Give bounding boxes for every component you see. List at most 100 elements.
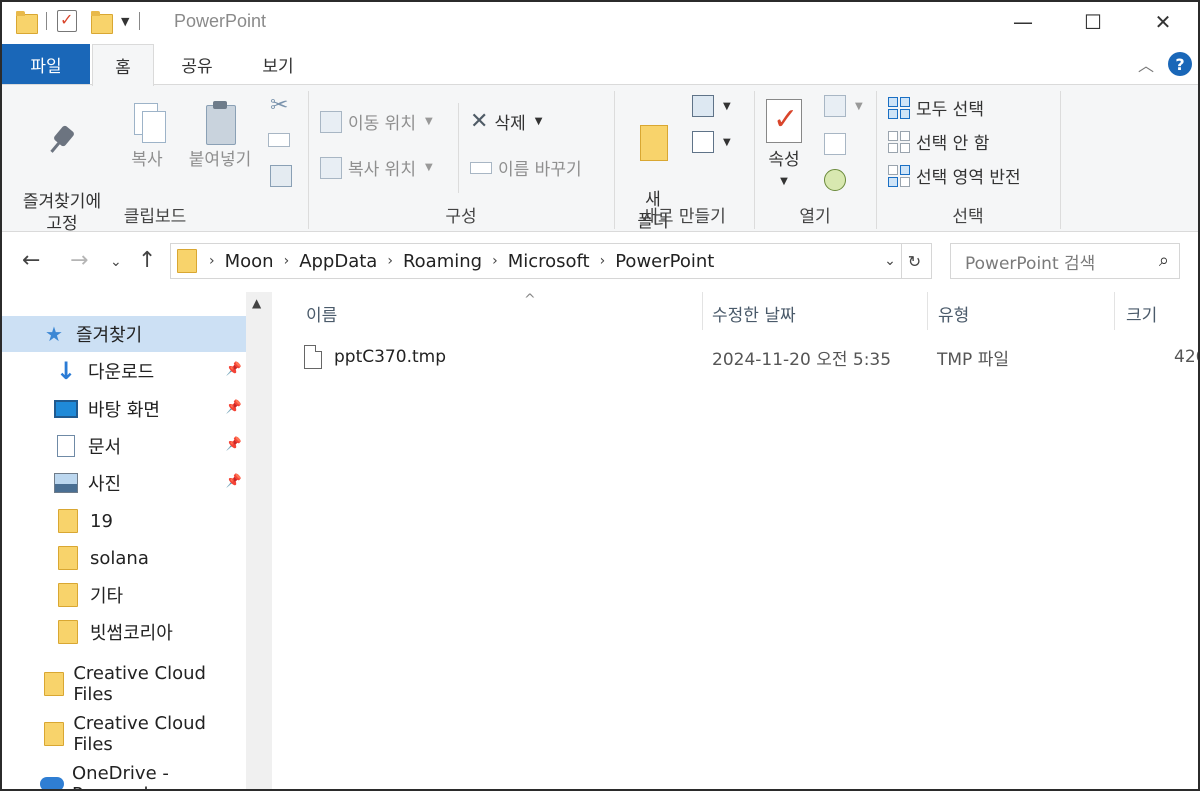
move-to-button[interactable]: 이동 위치 ▼ [320,109,433,134]
column-divider[interactable] [702,292,703,330]
search-input[interactable]: PowerPoint 검색 ⌕ [950,243,1180,279]
nav-item-pictures[interactable]: 사진 📌 [2,465,246,501]
star-icon: ★ [45,322,63,346]
nav-item-folder-bithumb[interactable]: 빗썸코리아 [2,614,246,650]
paste-shortcut-icon[interactable] [270,165,292,187]
chevron-right-icon[interactable]: › [284,253,290,269]
customize-toolbar-icon[interactable]: ▼ [121,15,129,28]
copy-to-button[interactable]: 복사 위치 ▼ [320,155,433,180]
nav-item-folder-19[interactable]: 19 [2,503,246,539]
paste-label: 붙여넣기 [188,150,252,170]
column-header-modified[interactable]: 수정한 날짜 [712,298,796,328]
column-header-type[interactable]: 유형 [938,298,969,328]
easy-access-button[interactable]: ▼ [692,131,731,153]
nav-item-onedrive[interactable]: OneDrive - Personal [2,763,246,789]
pin-icon[interactable]: 📌 [226,437,242,452]
breadcrumb-microsoft[interactable]: Microsoft [508,251,590,272]
column-divider[interactable] [1114,292,1115,330]
nav-item-folder-solana[interactable]: solana [2,540,246,576]
collapse-ribbon-icon[interactable]: ︿ [1138,52,1154,76]
nav-item-label: OneDrive - Personal [72,763,169,789]
properties-button[interactable]: 속성 ▼ [758,99,810,193]
pin-icon[interactable]: 📌 [226,400,242,415]
chevron-right-icon[interactable]: › [209,253,215,269]
folder-icon [177,249,197,273]
window-title: PowerPoint [174,11,267,31]
back-arrow-icon[interactable]: ← [22,248,40,273]
nav-item-folder-etc[interactable]: 기타 [2,577,246,613]
nav-item-label: 문서 [88,437,122,458]
desktop-icon [54,397,78,421]
select-none-icon [888,130,910,153]
properties-icon[interactable] [57,10,77,32]
paste-button[interactable]: 붙여넣기 [178,101,262,171]
copy-button[interactable]: 복사 [120,101,174,171]
minimize-button[interactable]: — [988,2,1058,42]
chevron-right-icon[interactable]: › [492,253,498,269]
tab-view[interactable]: 보기 [242,44,314,85]
help-icon[interactable]: ? [1168,52,1192,76]
chevron-right-icon[interactable]: › [387,253,393,269]
edit-icon [824,133,846,155]
nav-item-label: 19 [90,510,113,532]
nav-item-quick-access[interactable]: ★ 즐겨찾기 [2,316,246,352]
nav-item-downloads[interactable]: ↓ 다운로드 📌 [2,353,246,389]
navigation-pane[interactable]: ★ 즐겨찾기 ↓ 다운로드 📌 바탕 화면 📌 문서 📌 사진 📌 19 sol… [2,292,272,789]
select-all-button[interactable]: 모두 선택 [888,95,984,120]
file-row[interactable]: pptC370.tmp 2024-11-20 오전 5:35 TMP 파일 42… [304,340,1198,374]
column-divider[interactable] [927,292,928,330]
new-group-label: 새로 만들기 [642,207,726,227]
folder-icon [42,722,65,746]
copy-path-icon[interactable] [268,133,290,147]
separator [139,12,141,30]
recent-locations-icon[interactable]: ⌄ [110,254,122,270]
breadcrumb-appdata[interactable]: AppData [299,251,377,272]
search-icon[interactable]: ⌕ [1159,250,1169,271]
easy-access-icon [692,131,714,153]
nav-item-creative-cloud-1[interactable]: Creative Cloud Files [2,663,246,705]
refresh-icon[interactable]: ↻ [901,244,927,278]
invert-selection-button[interactable]: 선택 영역 반전 [888,163,1021,188]
tab-file[interactable]: 파일 [2,44,90,85]
chevron-right-icon[interactable]: › [600,253,606,269]
address-history-dropdown-icon[interactable]: ⌄ [879,253,901,269]
file-list[interactable]: ^ 이름 수정한 날짜 유형 크기 pptC370.tmp 2024-11-20… [274,292,1198,789]
nav-item-desktop[interactable]: 바탕 화면 📌 [2,391,246,427]
close-button[interactable]: ✕ [1128,2,1198,42]
download-icon: ↓ [55,357,77,385]
nav-item-label: 사진 [88,474,122,495]
nav-item-creative-cloud-2[interactable]: Creative Cloud Files [2,713,246,755]
new-item-button[interactable]: ▼ [692,95,731,117]
rename-button[interactable]: 이름 바꾸기 [470,155,582,180]
breadcrumb-roaming[interactable]: Roaming [403,251,482,272]
nav-item-label: solana [90,547,149,569]
folder-icon [56,583,80,607]
pictures-icon [54,471,78,495]
history-button[interactable] [824,169,846,191]
delete-button[interactable]: ✕ 삭제 ▼ [470,109,542,134]
open-button[interactable]: ▼ [824,95,863,117]
nav-item-documents[interactable]: 문서 📌 [2,428,246,464]
maximize-button[interactable]: ☐ [1058,2,1128,42]
address-bar[interactable]: › Moon › AppData › Roaming › Microsoft ›… [170,243,932,279]
separator [458,103,459,193]
copy-to-icon [320,156,342,179]
ribbon: 즐겨찾기에 고정 복사 붙여넣기 ✂ 클립보드 이동 위치 ▼ 복사 위치 ▼ ✕ … [2,84,1198,234]
nav-scrollbar[interactable]: ▲ [246,292,272,789]
edit-button[interactable] [824,133,846,155]
cut-icon[interactable]: ✂ [270,93,288,118]
pin-icon[interactable]: 📌 [226,474,242,489]
breadcrumb-powerpoint[interactable]: PowerPoint [615,251,714,272]
column-header-size[interactable]: 크기 [1126,298,1157,328]
pin-icon[interactable]: 📌 [226,362,242,377]
select-none-button[interactable]: 선택 안 함 [888,129,989,154]
new-folder-icon[interactable] [91,10,113,34]
scroll-up-icon[interactable]: ▲ [252,296,261,310]
organize-group-label: 구성 [445,207,477,227]
column-header-name[interactable]: ^ 이름 [306,292,536,328]
forward-arrow-icon[interactable]: → [70,248,88,273]
breadcrumb-moon[interactable]: Moon [225,251,274,272]
tab-share[interactable]: 공유 [162,44,232,85]
tab-home[interactable]: 홈 [92,44,154,86]
up-arrow-icon[interactable]: ↑ [138,248,156,273]
